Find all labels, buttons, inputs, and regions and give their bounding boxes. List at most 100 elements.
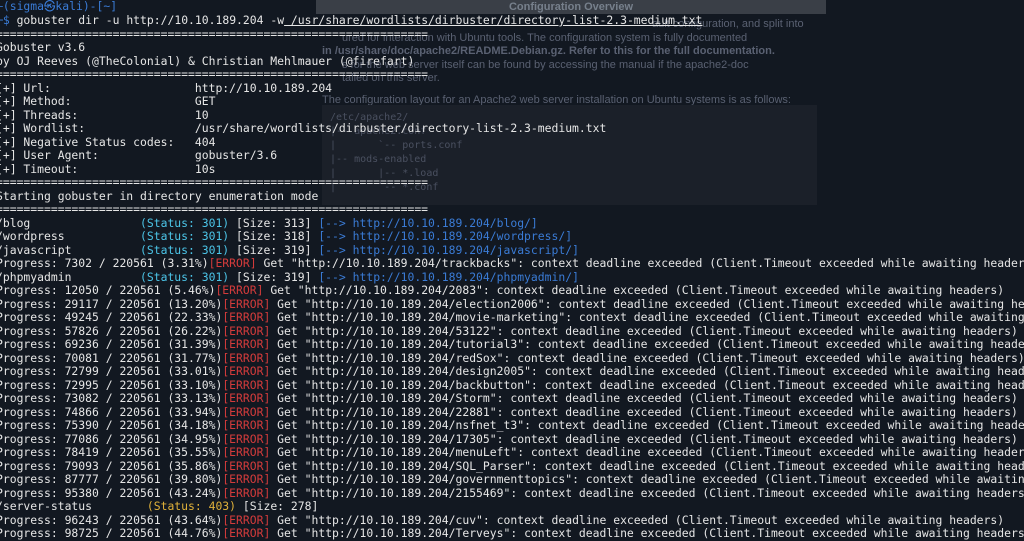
option-negative-status: [+] Negative Status codes: 404 <box>0 135 216 149</box>
error-message: Get "http://10.10.189.204/redSox": conte… <box>270 351 1024 365</box>
authors-line: by OJ Reeves (@TheColonial) & Christian … <box>0 54 415 68</box>
redirect-link: [--> http://10.10.189.204/phpmyadmin/] <box>318 270 579 284</box>
error-message: Get "http://10.10.189.204/SQL_Parser": c… <box>270 459 1024 473</box>
error-message: Get "http://10.10.189.204/nsfnet_t3": co… <box>270 419 1024 432</box>
progress-counter: Progress: 73082 / 220561 (33.13%) <box>0 392 223 405</box>
error-message: Get "http://10.10.189.204/backbutton": c… <box>270 378 1024 392</box>
progress-counter: Progress: 87777 / 220561 (39.80%) <box>0 473 223 486</box>
error-row: Progress: 74866 / 220561 (33.94%)[ERROR]… <box>0 406 1024 420</box>
progress-counter: Progress: 78419 / 220561 (35.55%) <box>0 446 223 459</box>
redirect-link: [--> http://10.10.189.204/javascript/] <box>318 243 579 257</box>
found-path: /javascript <box>0 243 141 257</box>
separator: ========================================… <box>0 27 429 41</box>
progress-counter: Progress: 12050 / 220561 (5.46%) <box>0 284 216 297</box>
error-tag: [ERROR] <box>222 311 271 324</box>
error-tag: [ERROR] <box>222 351 271 365</box>
progress-counter: Progress: 70081 / 220561 (31.77%) <box>0 351 223 365</box>
option-threads: [+] Threads: 10 <box>0 108 209 122</box>
error-row: Progress: 72995 / 220561 (33.10%)[ERROR]… <box>0 379 1024 393</box>
error-tag: [ERROR] <box>208 257 257 270</box>
separator: ========================================… <box>0 176 429 189</box>
error-tag: [ERROR] <box>222 419 271 432</box>
error-message: Get "http://10.10.189.204/design2005": c… <box>270 365 1024 378</box>
terminal-output[interactable]: —(sigma㉿kali)-[~] ─$ gobuster dir -u htt… <box>0 0 1024 540</box>
progress-counter: Progress: 72799 / 220561 (33.01%) <box>0 365 223 378</box>
status-code: (Status: 301) <box>140 243 230 257</box>
error-message: Get "http://10.10.189.204/menuLeft": con… <box>270 446 1024 459</box>
progress-counter: Progress: 57826 / 220561 (26.22%) <box>0 324 223 338</box>
option-url: [+] Url: http://10.10.189.204 <box>0 81 333 95</box>
found-path: /wordpress <box>0 230 141 243</box>
error-row: Progress: 79093 / 220561 (35.86%)[ERROR]… <box>0 460 1024 474</box>
error-tag: [ERROR] <box>222 446 271 459</box>
status-code: (Status: 301) <box>140 270 230 284</box>
error-row: Progress: 7302 / 220561 (3.31%)[ERROR] G… <box>0 257 1024 271</box>
error-tag: [ERROR] <box>222 432 271 446</box>
error-tag: [ERROR] <box>222 392 271 405</box>
error-message: Get "http://10.10.189.204/cuv": context … <box>270 513 1005 527</box>
found-path-row: /wordpress (Status: 301) [Size: 318] [--… <box>0 230 1024 244</box>
prompt-user-host: —(sigma㉿kali)-[~] <box>0 0 118 13</box>
error-tag: [ERROR] <box>222 365 271 378</box>
response-size: [Size: 318] <box>229 230 319 243</box>
error-message: Get "http://10.10.189.204/17305": contex… <box>270 432 1018 446</box>
progress-counter: Progress: 75390 / 220561 (34.18%) <box>0 419 223 432</box>
error-tag: [ERROR] <box>222 527 271 540</box>
redirect-link: [--> http://10.10.189.204/wordpress/] <box>318 230 573 243</box>
error-tag: [ERROR] <box>222 459 271 473</box>
progress-counter: Progress: 79093 / 220561 (35.86%) <box>0 459 223 473</box>
error-message: Get "http://10.10.189.204/Terveys": cont… <box>270 527 1024 540</box>
error-tag: [ERROR] <box>222 513 271 527</box>
command-args: dir <box>71 14 106 27</box>
error-message: Get "http://10.10.189.204/2155469": cont… <box>270 486 1024 500</box>
error-tag: [ERROR] <box>222 324 271 338</box>
error-row: Progress: 98725 / 220561 (44.76%)[ERROR]… <box>0 527 1024 541</box>
error-row: Progress: 49245 / 220561 (22.33%)[ERROR]… <box>0 311 1024 325</box>
separator: ========================================… <box>0 68 429 81</box>
command-url: http://10.10.189.204 <box>119 14 271 27</box>
error-message: Get "http://10.10.189.204/election2006":… <box>270 297 1024 311</box>
error-row: Progress: 77086 / 220561 (34.95%)[ERROR]… <box>0 433 1024 447</box>
status-code: (Status: 301) <box>140 230 230 243</box>
progress-counter: Progress: 72995 / 220561 (33.10%) <box>0 378 223 392</box>
error-row: Progress: 96243 / 220561 (43.64%)[ERROR]… <box>0 514 1024 528</box>
error-message: Get "http://10.10.189.204/tutorial3": co… <box>270 338 1024 351</box>
progress-counter: Progress: 49245 / 220561 (22.33%) <box>0 311 223 324</box>
error-message: Get "http://10.10.189.204/2083": context… <box>263 284 1005 297</box>
error-message: Get "http://10.10.189.204/trackbacks": c… <box>256 257 1024 270</box>
redirect-link: [--> http://10.10.189.204/blog/] <box>318 216 538 230</box>
version-line: Gobuster v3.6 <box>0 41 86 54</box>
progress-counter: Progress: 74866 / 220561 (33.94%) <box>0 405 223 419</box>
progress-counter: Progress: 95380 / 220561 (43.24%) <box>0 486 223 500</box>
option-user-agent: [+] User Agent: gobuster/3.6 <box>0 149 278 162</box>
error-row: Progress: 95380 / 220561 (43.24%)[ERROR]… <box>0 487 1024 501</box>
response-size: [Size: 319] <box>229 243 319 257</box>
status-code: (Status: 403) <box>146 500 237 513</box>
error-row: Progress: 29117 / 220561 (13.20%)[ERROR]… <box>0 298 1024 312</box>
error-message: Get "http://10.10.189.204/22881": contex… <box>270 405 1018 419</box>
response-size: [Size: 319] <box>229 270 319 284</box>
prompt-header: —(sigma㉿kali)-[~] <box>0 0 1024 14</box>
command-name: gobuster <box>16 14 72 27</box>
error-message: Get "http://10.10.189.204/Storm": contex… <box>270 392 1018 405</box>
progress-counter: Progress: 69236 / 220561 (31.39%) <box>0 338 223 351</box>
error-tag: [ERROR] <box>222 338 271 351</box>
starting-line: Starting gobuster in directory enumerati… <box>0 189 319 203</box>
progress-counter: Progress: 29117 / 220561 (13.20%) <box>0 297 223 311</box>
response-size: [Size: 278] <box>236 500 319 513</box>
error-row: Progress: 73082 / 220561 (33.13%)[ERROR]… <box>0 392 1024 406</box>
error-row: Progress: 12050 / 220561 (5.46%)[ERROR] … <box>0 284 1024 298</box>
found-path-row: /javascript (Status: 301) [Size: 319] [-… <box>0 244 1024 258</box>
error-message: Get "http://10.10.189.204/governmenttopi… <box>270 473 1024 486</box>
error-message: Get "http://10.10.189.204/53122": contex… <box>270 324 1018 338</box>
error-row: Progress: 72799 / 220561 (33.01%)[ERROR]… <box>0 365 1024 379</box>
error-tag: [ERROR] <box>222 473 271 486</box>
progress-counter: Progress: 7302 / 220561 (3.31%) <box>0 257 209 270</box>
option-method: [+] Method: GET <box>0 95 216 108</box>
error-row: Progress: 78419 / 220561 (35.55%)[ERROR]… <box>0 446 1024 460</box>
progress-counter: Progress: 96243 / 220561 (43.64%) <box>0 513 223 527</box>
status-code: (Status: 301) <box>140 216 230 230</box>
error-row: Progress: 70081 / 220561 (31.77%)[ERROR]… <box>0 352 1024 366</box>
found-path-row: /blog (Status: 301) [Size: 313] [--> htt… <box>0 217 1024 231</box>
error-tag: [ERROR] <box>222 486 271 500</box>
